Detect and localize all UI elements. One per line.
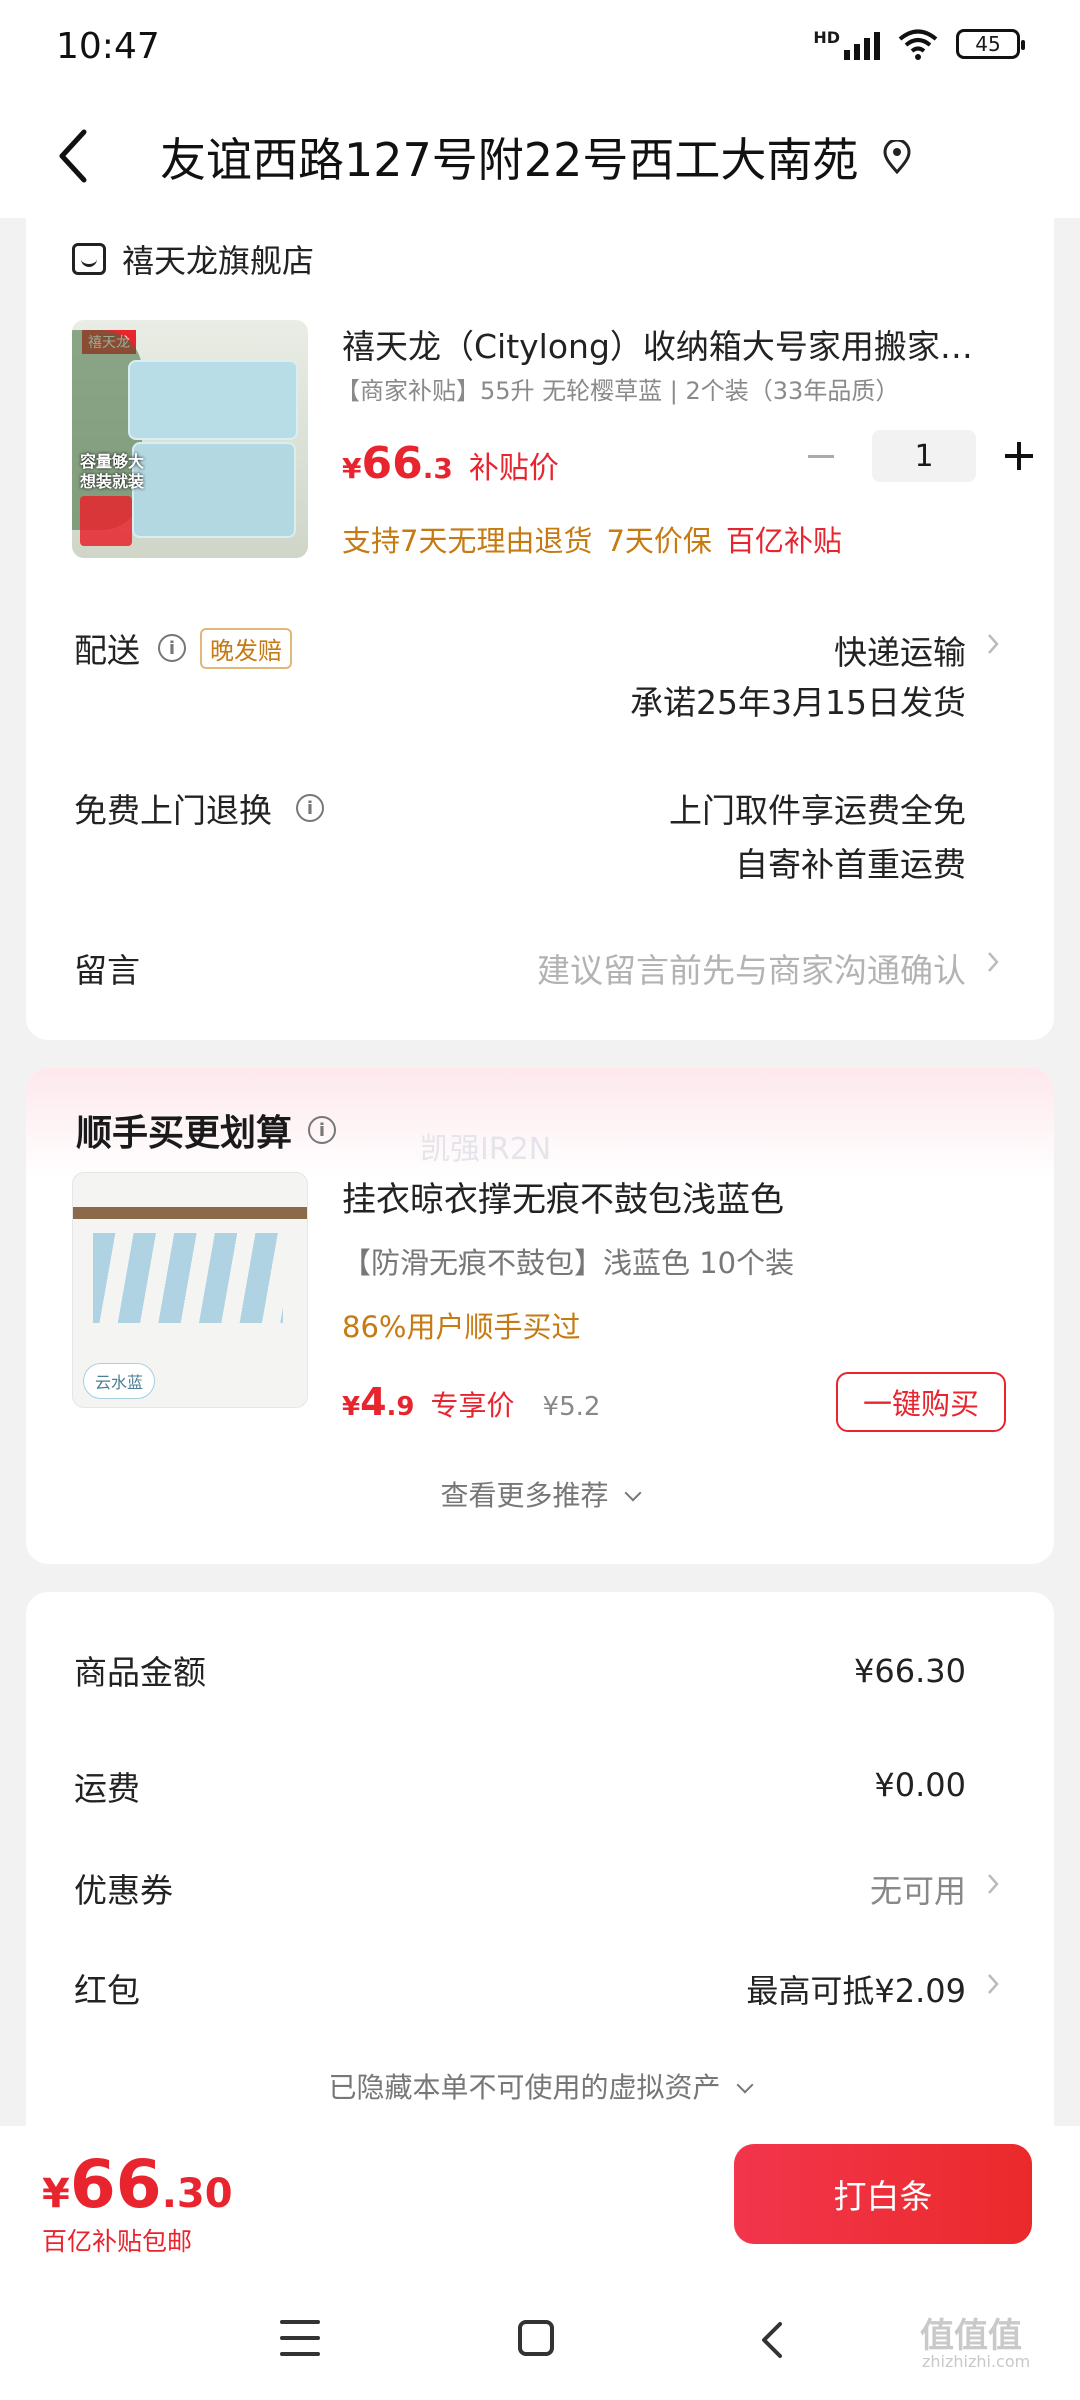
battery-level: 45 [975, 32, 1001, 56]
signal-icon [844, 28, 880, 60]
system-nav-bar [0, 2290, 1080, 2400]
message-label: 留言 [74, 951, 140, 990]
status-icons: HD 45 [813, 28, 1025, 60]
box-bottom [132, 442, 296, 538]
service-price-protect: 7天价保 [606, 524, 712, 558]
corner-watermark-url: zhizhizhi.com [922, 2352, 1031, 2371]
recommend-price: ¥ 4 .9 专享价 ¥5.2 [342, 1380, 600, 1424]
price-decimal: .3 [422, 452, 453, 485]
summary-card: 商品金额 ¥66.30 运费 ¥0.00 优惠券 无可用 红包 最高可抵¥2.0… [26, 1592, 1054, 2152]
total-integer: 66 [69, 2146, 162, 2223]
product-spec[interactable]: 【商家补贴】55升 无轮樱草蓝 | 2个装（33年品质） [336, 371, 899, 406]
watermark-text: 凯强IR2N [420, 1132, 552, 1167]
color-badge: 云水蓝 [83, 1363, 155, 1399]
total-currency: ¥ [42, 2171, 70, 2217]
increase-quantity-button[interactable] [994, 431, 1044, 481]
decrease-quantity-button[interactable] [796, 431, 846, 481]
goods-amount-label: 商品金额 [74, 1653, 206, 1692]
chevron-right-icon[interactable] [986, 950, 1000, 974]
shop-header[interactable]: 禧天龙旗舰店 [72, 236, 314, 282]
ship-promise: 承诺25年3月15日发货 [630, 683, 966, 722]
wifi-icon [898, 29, 938, 60]
freight-value: ¥0.00 [874, 1766, 966, 1804]
red-packet-value[interactable]: 最高可抵¥2.09 [746, 1966, 966, 2012]
hd-label: HD [813, 28, 840, 47]
chevron-down-icon [736, 2076, 754, 2094]
info-icon[interactable]: i [296, 794, 324, 822]
hidden-assets-toggle[interactable]: 已隐藏本单不可使用的虚拟资产 [26, 2066, 1054, 2106]
chevron-right-icon[interactable] [986, 1872, 1000, 1896]
total-decimal: .30 [161, 2171, 233, 2217]
service-tags[interactable]: 支持7天无理由退货 7天价保 百亿补贴 [342, 518, 842, 560]
back-icon[interactable] [756, 2320, 786, 2360]
return-self-ship: 自寄补首重运费 [735, 845, 966, 884]
status-time: 10:47 [56, 26, 160, 67]
checkout-bar: ¥ 66 .30 百亿补贴包邮 打白条 [0, 2126, 1080, 2290]
subsidy-label: 百亿补贴 [725, 524, 842, 558]
battery-icon: 45 [956, 29, 1025, 59]
hangers-decor [93, 1233, 283, 1323]
recent-apps-icon[interactable] [280, 2320, 320, 2356]
price-decimal: .9 [386, 1392, 415, 1422]
coupon-label: 优惠券 [74, 1871, 173, 1910]
late-compensation-tag: 晚发赔 [200, 627, 292, 669]
order-card: 禧天龙旗舰店 禧天龙 容量够大想装就装 禧天龙（Citylong）收纳箱大号家用… [26, 218, 1054, 1040]
recommend-title: 顺手买更划算 i [76, 1104, 337, 1156]
box-top [128, 360, 298, 440]
coupon-value[interactable]: 无可用 [870, 1866, 966, 1912]
recommend-product-name[interactable]: 挂衣晾衣撑无痕不鼓包浅蓝色 [342, 1172, 784, 1221]
product-image[interactable]: 禧天龙 容量够大想装就装 [72, 320, 308, 558]
price-integer: 4 [360, 1380, 387, 1424]
corner-watermark: 值值值 [920, 2316, 1022, 2356]
product-price: ¥ 66 .3 补贴价 [342, 438, 559, 489]
chevron-right-icon[interactable] [986, 632, 1000, 656]
hanger-rod [73, 1207, 307, 1219]
price-currency: ¥ [342, 452, 362, 485]
back-arrow-icon[interactable] [54, 126, 94, 186]
message-input[interactable]: 建议留言前先与商家沟通确认 [537, 944, 966, 992]
info-icon[interactable]: i [308, 1116, 337, 1144]
total-note: 百亿补贴包邮 [42, 2227, 193, 2256]
status-bar: 10:47 HD 45 [0, 0, 1080, 96]
product-title[interactable]: 禧天龙（Citylong）收纳箱大号家用搬家… [342, 320, 1012, 368]
location-pin-icon[interactable] [882, 140, 912, 174]
thumb-feature-list [80, 496, 132, 546]
price-currency: ¥ [342, 1392, 361, 1422]
recommend-product-image[interactable]: 云水蓝 [72, 1172, 308, 1408]
address-header: 友谊西路127号附22号西工大南苑 [0, 96, 1080, 218]
pay-button[interactable]: 打白条 [734, 2144, 1032, 2244]
delivery-method[interactable]: 快递运输 [834, 626, 966, 674]
thumb-slogan: 容量够大 想装就装 [80, 452, 145, 491]
recommend-bought-stat: 86%用户顺手买过 [342, 1310, 581, 1344]
info-icon[interactable]: i [158, 634, 186, 662]
see-more-recommend-button[interactable]: 查看更多推荐 [26, 1474, 1054, 1514]
free-return-label: 免费上门退换 i [74, 784, 324, 832]
goods-amount-value: ¥66.30 [854, 1652, 966, 1690]
price-integer: 66 [361, 438, 423, 489]
freight-label: 运费 [74, 1769, 140, 1808]
red-packet-label: 红包 [74, 1971, 140, 2010]
price-tag: 专享价 [430, 1389, 515, 1422]
chevron-right-icon[interactable] [986, 1972, 1000, 1996]
price-tag: 补贴价 [468, 451, 559, 486]
one-click-buy-button[interactable]: 一键购买 [836, 1372, 1006, 1432]
quantity-stepper: 1 [796, 430, 1044, 482]
store-icon [72, 243, 106, 275]
delivery-label: 配送 i 晚发赔 [74, 624, 292, 672]
return-pickup: 上门取件享运费全免 [669, 791, 966, 830]
home-icon[interactable] [518, 2320, 554, 2356]
original-price: ¥5.2 [542, 1392, 601, 1422]
shop-name: 禧天龙旗舰店 [122, 242, 315, 280]
service-return: 支持7天无理由退货 [342, 524, 593, 558]
delivery-address[interactable]: 友谊西路127号附22号西工大南苑 [160, 124, 858, 190]
chevron-down-icon [624, 1484, 642, 1502]
total-price: ¥ 66 .30 [42, 2146, 233, 2223]
recommend-card: 顺手买更划算 i 凯强IR2N 云水蓝 挂衣晾衣撑无痕不鼓包浅蓝色 【防滑无痕不… [26, 1068, 1054, 1564]
quantity-value[interactable]: 1 [872, 430, 976, 482]
recommend-product-spec: 【防滑无痕不鼓包】浅蓝色 10个装 [342, 1246, 795, 1280]
